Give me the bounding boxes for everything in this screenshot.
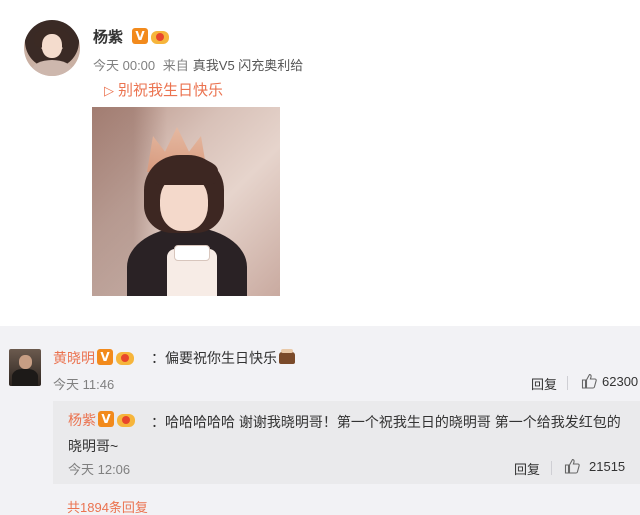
weibo-post: 杨紫 V 今天 00:00 来自 真我V5 闪充奥利给 ▷ 别祝我生日快乐 [0, 0, 640, 326]
verified-v-icon: V [132, 28, 148, 44]
post-source-prefix: 来自 [162, 58, 189, 73]
comment-author-name[interactable]: 黄晓明 [53, 348, 95, 368]
divider [551, 461, 552, 475]
play-icon: ▷ [104, 83, 114, 98]
comment-like-count: 62300 [602, 374, 639, 389]
sub-reply-box: ：哈哈哈哈哈 谢谢我晓明哥！第一个祝我生日的晓明哥 第一个给我发红包的晓明哥~ … [53, 401, 640, 484]
sub-reply-like-count: 21515 [589, 459, 626, 474]
divider [567, 376, 568, 390]
vip-crown-icon [116, 349, 134, 365]
post-author-name[interactable]: 杨紫 [93, 26, 123, 47]
sub-reply-text: ：哈哈哈哈哈 谢谢我晓明哥！第一个祝我生日的晓明哥 第一个给我发红包的晓明哥~ [68, 414, 621, 454]
vip-crown-icon [151, 28, 169, 44]
comment-text-wrap: ：偏要祝你生日快乐 [151, 348, 295, 368]
thumbs-up-icon[interactable] [564, 458, 580, 474]
comment-time: 今天 11:46 [53, 377, 115, 392]
video-link[interactable]: ▷ 别祝我生日快乐 [104, 79, 223, 100]
sub-reply-reply-button[interactable]: 回复 [514, 459, 540, 478]
post-image[interactable] [92, 107, 280, 296]
author-avatar[interactable] [24, 20, 80, 76]
video-title: 别祝我生日快乐 [118, 82, 224, 99]
view-all-replies-link[interactable]: 共1894条回复 [67, 497, 148, 515]
comment-section: 黄晓明 V ：偏要祝你生日快乐 今天 11:46 回复 62300 ：哈哈哈哈哈… [0, 326, 640, 515]
sub-reply-author-name[interactable]: 杨紫 [68, 410, 96, 430]
cake-emoji-icon [279, 349, 295, 364]
sub-reply-time: 今天 12:06 [68, 462, 131, 477]
thumbs-up-icon[interactable] [581, 373, 597, 389]
post-time[interactable]: 今天 00:00 [93, 58, 155, 73]
post-meta: 今天 00:00 来自 真我V5 闪充奥利给 [93, 55, 307, 74]
vip-crown-icon [117, 411, 135, 427]
comment-reply-button[interactable]: 回复 [531, 374, 557, 393]
commenter-avatar[interactable] [9, 349, 41, 386]
verified-v-icon: V [98, 411, 114, 427]
post-source[interactable]: 真我V5 闪充奥利给 [193, 58, 304, 73]
comment-text: ：偏要祝你生日快乐 [151, 350, 277, 366]
verified-v-icon: V [97, 349, 113, 365]
